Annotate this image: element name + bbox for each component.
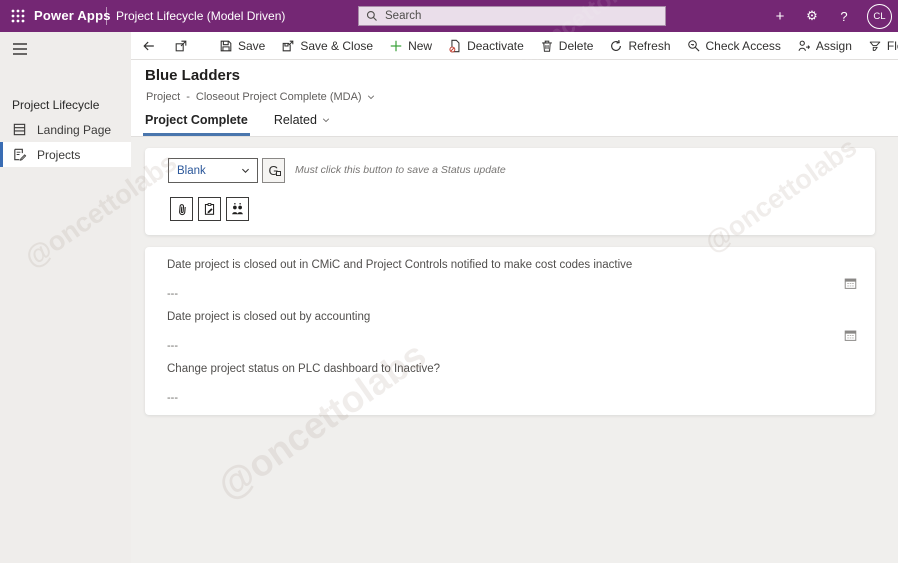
- save-close-icon: [283, 40, 294, 51]
- field-value[interactable]: ---: [167, 392, 835, 404]
- refresh-icon: [611, 39, 622, 51]
- form-selector[interactable]: Closeout Project Complete (MDA): [196, 91, 376, 103]
- check-access-button[interactable]: Check Access: [679, 32, 789, 59]
- assign-person-icon: [798, 40, 810, 51]
- sidebar-group-label: Project Lifecycle: [12, 98, 100, 112]
- closeout-details-card: Date project is closed out in CMiC and P…: [145, 247, 875, 415]
- back-arrow-icon: [143, 41, 154, 50]
- app-name[interactable]: Project Lifecycle (Model Driven): [116, 9, 285, 23]
- assign-button[interactable]: Assign: [789, 32, 860, 59]
- refresh-label: Refresh: [628, 38, 671, 53]
- edit-note-button[interactable]: [198, 197, 221, 221]
- field-value[interactable]: ---: [167, 288, 835, 300]
- save-button[interactable]: Save: [211, 32, 273, 59]
- form-tabs: Project Complete Related: [143, 113, 331, 136]
- deactivate-button[interactable]: Deactivate: [440, 32, 532, 59]
- brand-title[interactable]: Power Apps: [34, 8, 111, 23]
- flow-button[interactable]: Flow: [860, 32, 898, 59]
- save-and-close-button[interactable]: Save & Close: [273, 32, 381, 59]
- command-bar: Save Save & Close New Deactivate Delete …: [131, 32, 898, 60]
- open-in-new-window-button[interactable]: [165, 32, 197, 59]
- assign-label: Assign: [815, 38, 852, 53]
- tab-project-complete[interactable]: Project Complete: [143, 113, 250, 136]
- sidebar-item-projects[interactable]: Projects: [0, 142, 131, 167]
- sidebar-item-label: Landing Page: [37, 122, 112, 137]
- subtitle-separator: -: [186, 91, 190, 103]
- new-button[interactable]: New: [381, 32, 440, 59]
- form-content: Blank G Must click this button to save a…: [131, 137, 898, 563]
- chevron-down-icon: [322, 118, 330, 123]
- datepicker-calendar-icon[interactable]: [844, 329, 857, 347]
- deactivate-label: Deactivate: [467, 38, 524, 53]
- delete-trash-icon: [541, 40, 552, 52]
- back-button[interactable]: [133, 32, 165, 59]
- flow-icon: [869, 41, 881, 51]
- landing-page-icon: [12, 122, 27, 137]
- status-card: Blank G Must click this button to save a…: [145, 148, 875, 235]
- sidebar-item-landing-page[interactable]: Landing Page: [0, 117, 131, 142]
- save-close-label: Save & Close: [300, 38, 374, 53]
- divider: [106, 7, 107, 25]
- delete-button[interactable]: Delete: [532, 32, 602, 59]
- delete-label: Delete: [558, 38, 594, 53]
- save-status-button[interactable]: G: [262, 158, 285, 183]
- settings-gear-icon[interactable]: ⚙: [798, 0, 826, 32]
- record-toolbar: [170, 197, 249, 221]
- site-map-sidebar: Project Lifecycle Landing Page Projects: [0, 32, 131, 563]
- entity-name: Project: [146, 91, 181, 103]
- flow-label: Flow: [886, 38, 898, 53]
- popout-icon: [175, 40, 187, 51]
- account-avatar[interactable]: CL: [867, 4, 892, 29]
- save-status-icon: G: [268, 163, 281, 178]
- search-input[interactable]: [383, 9, 637, 23]
- form-name-label: Closeout Project Complete (MDA): [195, 91, 362, 103]
- refresh-button[interactable]: Refresh: [601, 32, 678, 59]
- projects-icon: [12, 147, 27, 162]
- record-header: Blue Ladders Project - Closeout Project …: [131, 60, 898, 137]
- new-plus-icon: [390, 40, 402, 51]
- app-window: @oncettolabs @oncettolabs @oncettolabs @…: [0, 0, 898, 563]
- tab-related-label: Related: [273, 113, 317, 127]
- status-dropdown[interactable]: Blank: [168, 158, 258, 183]
- sidebar-item-label: Projects: [37, 147, 81, 162]
- field-label: Change project status on PLC dashboard t…: [167, 363, 440, 375]
- field-value[interactable]: ---: [167, 340, 835, 352]
- field-label: Date project is closed out in CMiC and P…: [167, 259, 633, 271]
- save-icon: [220, 40, 232, 51]
- edit-note-icon: [204, 203, 215, 215]
- field-accounting-closeout-date: Date project is closed out by accounting…: [167, 311, 835, 352]
- check-access-label: Check Access: [705, 38, 781, 53]
- app-launcher-icon[interactable]: [10, 8, 26, 24]
- record-title: Blue Ladders: [145, 67, 241, 84]
- attachment-button[interactable]: [170, 197, 193, 221]
- field-label: Date project is closed out by accounting: [167, 311, 371, 323]
- datepicker-calendar-icon[interactable]: [844, 277, 857, 295]
- search-icon: [366, 10, 377, 21]
- field-cmic-closeout-date: Date project is closed out in CMiC and P…: [167, 259, 835, 300]
- chevron-down-icon: [242, 168, 249, 173]
- attachment-paperclip-icon: [178, 203, 186, 215]
- hamburger-menu-icon[interactable]: [12, 42, 28, 56]
- chevron-down-icon: [367, 95, 374, 100]
- status-helper-text: Must click this button to save a Status …: [295, 164, 506, 176]
- add-icon[interactable]: +: [766, 0, 794, 32]
- record-subtitle: Project - Closeout Project Complete (MDA…: [146, 91, 376, 103]
- status-dropdown-value: Blank: [177, 164, 206, 177]
- save-label: Save: [238, 38, 266, 53]
- check-access-icon: [687, 39, 699, 51]
- help-icon[interactable]: ?: [830, 0, 858, 32]
- top-app-bar: Power Apps Project Lifecycle (Model Driv…: [0, 0, 898, 32]
- deactivate-icon: [449, 39, 460, 52]
- people-icon: [232, 202, 243, 215]
- new-label: New: [408, 38, 433, 53]
- field-plc-status-inactive: Change project status on PLC dashboard t…: [167, 363, 835, 404]
- global-search[interactable]: [358, 6, 666, 26]
- connections-button[interactable]: [226, 197, 249, 221]
- tab-related[interactable]: Related: [274, 113, 331, 136]
